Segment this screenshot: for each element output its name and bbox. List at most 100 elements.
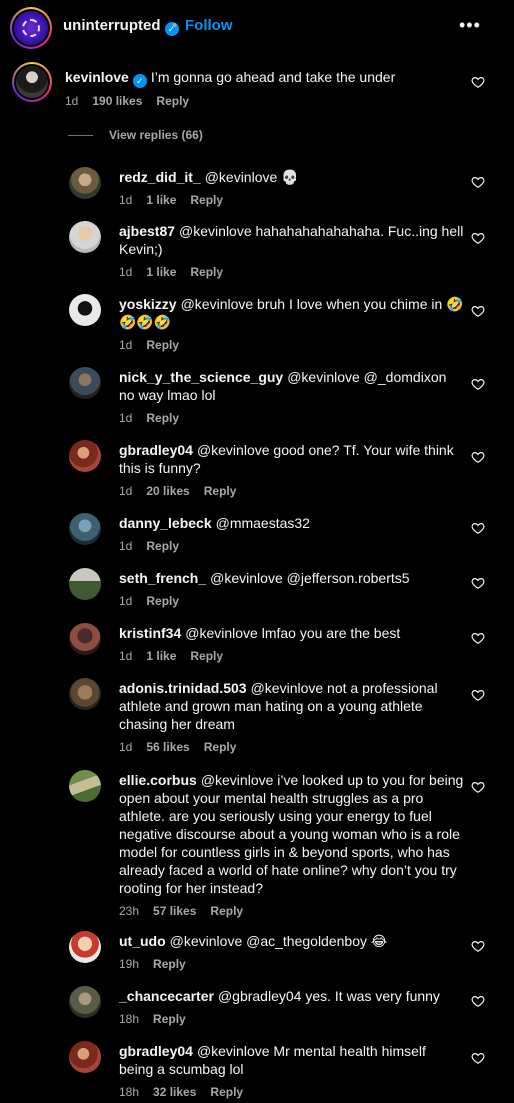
avatar[interactable] — [69, 221, 101, 253]
reply-button[interactable]: Reply — [204, 484, 237, 498]
comment-username[interactable]: _chancecarter — [119, 988, 214, 1004]
like-heart-icon[interactable] — [471, 994, 485, 1008]
avatar[interactable] — [69, 568, 101, 600]
comment-likes[interactable]: 1 like — [146, 193, 176, 207]
avatar[interactable] — [69, 623, 101, 655]
comment-meta: 1d 1 like Reply — [119, 193, 237, 207]
reply-button[interactable]: Reply — [156, 94, 189, 108]
avatar[interactable] — [69, 986, 101, 1018]
comment-time: 1d — [119, 411, 133, 425]
comment-likes[interactable]: 57 likes — [153, 904, 196, 918]
reply-button[interactable]: Reply — [146, 338, 179, 352]
comment-username[interactable]: seth_french_ — [119, 570, 206, 586]
comment-time: 23h — [119, 904, 140, 918]
avatar[interactable] — [69, 931, 101, 963]
avatar[interactable] — [69, 167, 101, 199]
comment-username[interactable]: gbradley04 — [119, 1043, 193, 1059]
separator-dot: • — [172, 17, 178, 34]
post-header: uninterrupted ✓ • Follow ••• — [0, 0, 514, 54]
comment-meta: 1d 190 likes Reply — [65, 94, 203, 108]
avatar[interactable] — [69, 678, 101, 710]
comment-username[interactable]: danny_lebeck — [119, 515, 212, 531]
comment-username[interactable]: ajbest87 — [119, 223, 175, 239]
comment-body: @mmaestas32 — [215, 515, 310, 531]
view-replies-label[interactable]: View replies (66) — [109, 128, 203, 142]
comment-username[interactable]: redz_did_it_ — [119, 169, 201, 185]
reply-button[interactable]: Reply — [146, 539, 179, 553]
avatar[interactable] — [69, 513, 101, 545]
avatar[interactable] — [69, 294, 101, 326]
comment-time: 1d — [119, 649, 133, 663]
reply-button[interactable]: Reply — [153, 1012, 186, 1026]
comment-body: @kevinlove 💀 — [204, 169, 299, 185]
avatar[interactable] — [12, 62, 52, 102]
comment-body: @kevinlove i’ve looked up to you for bei… — [119, 772, 464, 896]
comment-text: ut_udo @kevinlove @ac_thegoldenboy 😂 — [119, 932, 464, 950]
verified-badge-icon: ✓ — [132, 74, 147, 88]
comment-username[interactable]: kevinlove — [65, 69, 129, 85]
comment-meta: 1d 20 likes Reply — [119, 484, 250, 498]
comment-username[interactable]: yoskizzy — [119, 296, 177, 312]
like-heart-icon[interactable] — [471, 576, 485, 590]
comment-likes[interactable]: 32 likes — [153, 1085, 196, 1099]
like-heart-icon[interactable] — [471, 631, 485, 645]
reply-button[interactable]: Reply — [210, 1085, 243, 1099]
like-heart-icon[interactable] — [471, 75, 485, 89]
comment-username[interactable]: gbradley04 — [119, 442, 193, 458]
avatar[interactable] — [69, 367, 101, 399]
comment-meta: 19h Reply — [119, 957, 200, 971]
comment-username[interactable]: adonis.trinidad.503 — [119, 680, 247, 696]
reply-button[interactable]: Reply — [210, 904, 243, 918]
comment-time: 1d — [65, 94, 79, 108]
avatar[interactable] — [69, 440, 101, 472]
account-avatar[interactable] — [10, 7, 52, 49]
like-heart-icon[interactable] — [471, 688, 485, 702]
reply-button[interactable]: Reply — [204, 740, 237, 754]
more-options-icon[interactable]: ••• — [459, 16, 481, 34]
comment-likes[interactable]: 20 likes — [146, 484, 189, 498]
like-heart-icon[interactable] — [471, 1051, 485, 1065]
comment-username[interactable]: ut_udo — [119, 933, 166, 949]
avatar[interactable] — [69, 770, 101, 802]
like-heart-icon[interactable] — [471, 450, 485, 464]
view-replies-toggle[interactable]: View replies (66) — [68, 128, 368, 144]
reply-button[interactable]: Reply — [190, 193, 223, 207]
reply-button[interactable]: Reply — [146, 594, 179, 608]
like-heart-icon[interactable] — [471, 780, 485, 794]
like-heart-icon[interactable] — [471, 231, 485, 245]
follow-button[interactable]: Follow — [185, 17, 233, 34]
reply-button[interactable]: Reply — [190, 265, 223, 279]
comment-text: yoskizzy @kevinlove bruh I love when you … — [119, 295, 464, 331]
comment-time: 1d — [119, 539, 133, 553]
account-username[interactable]: uninterrupted ✓ — [63, 17, 179, 36]
comment-username[interactable]: nick_y_the_science_guy — [119, 369, 283, 385]
account-username-text[interactable]: uninterrupted — [63, 17, 161, 34]
comment-likes[interactable]: 1 like — [146, 265, 176, 279]
comment-likes[interactable]: 190 likes — [92, 94, 142, 108]
reply-button[interactable]: Reply — [153, 957, 186, 971]
comment-username[interactable]: kristinf34 — [119, 625, 181, 641]
reply-button[interactable]: Reply — [146, 411, 179, 425]
comment-likes[interactable]: 1 like — [146, 649, 176, 663]
comment-text: gbradley04 @kevinlove Mr mental health hi… — [119, 1042, 464, 1078]
comment-body: @kevinlove @ac_thegoldenboy 😂 — [169, 933, 388, 949]
comment-time: 1d — [119, 338, 133, 352]
like-heart-icon[interactable] — [471, 377, 485, 391]
comment-text: adonis.trinidad.503 @kevinlove not a prof… — [119, 679, 464, 733]
comment-time: 1d — [119, 740, 133, 754]
comment-likes[interactable]: 56 likes — [146, 740, 189, 754]
comment-text: kristinf34 @kevinlove lmfao you are the b… — [119, 624, 464, 642]
like-heart-icon[interactable] — [471, 175, 485, 189]
comment-text: kevinlove ✓ I’m gonna go ahead and take th… — [65, 68, 465, 88]
comment-username[interactable]: ellie.corbus — [119, 772, 197, 788]
avatar[interactable] — [69, 1041, 101, 1073]
comment-meta: 1d 1 like Reply — [119, 649, 237, 663]
like-heart-icon[interactable] — [471, 304, 485, 318]
like-heart-icon[interactable] — [471, 521, 485, 535]
comment-time: 18h — [119, 1012, 140, 1026]
comment-meta: 18h Reply — [119, 1012, 200, 1026]
reply-button[interactable]: Reply — [190, 649, 223, 663]
like-heart-icon[interactable] — [471, 939, 485, 953]
comment-text: _chancecarter @gbradley04 yes. It was ver… — [119, 987, 464, 1005]
comment-text: ellie.corbus @kevinlove i’ve looked up to… — [119, 771, 464, 897]
